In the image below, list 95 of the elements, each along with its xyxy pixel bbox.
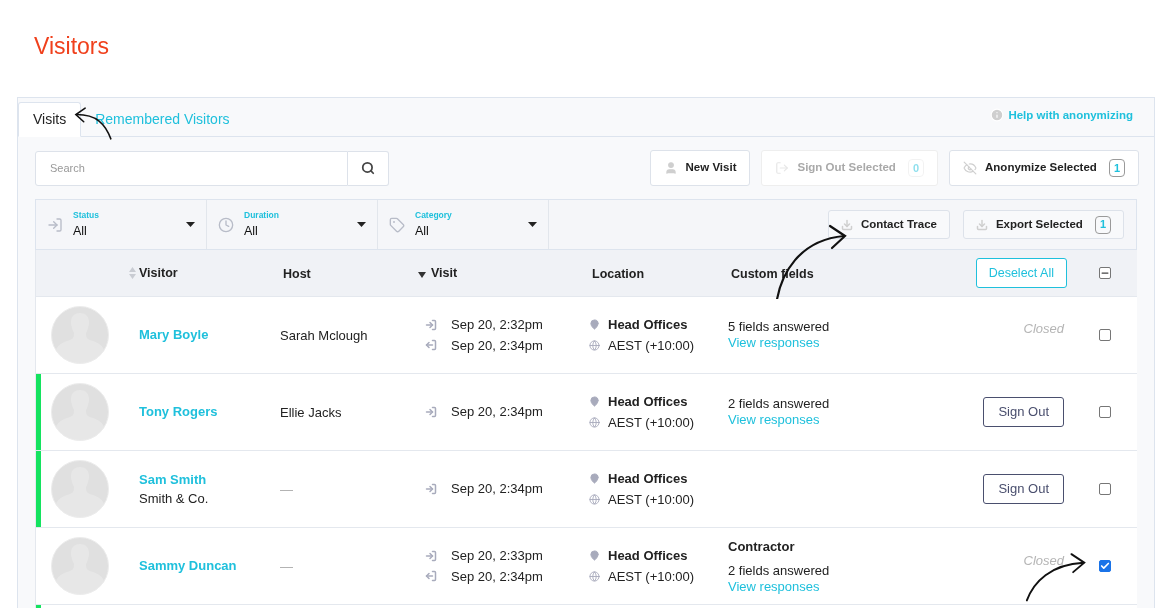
sign-in-icon xyxy=(425,483,437,495)
help-link[interactable]: Help with anonymizing xyxy=(990,106,1133,124)
select-all-checkbox[interactable] xyxy=(1098,267,1111,279)
info-icon xyxy=(990,108,1005,123)
download-icon xyxy=(840,218,853,231)
count-badge: 1 xyxy=(1108,159,1125,177)
closed-status-text: Closed xyxy=(1023,320,1064,339)
row-checkbox[interactable] xyxy=(1098,406,1111,418)
column-header: Visit xyxy=(431,264,458,282)
avatar-silhouette xyxy=(51,383,109,441)
globe-icon xyxy=(589,416,600,428)
filter-action-button[interactable]: Contact Trace xyxy=(827,210,950,239)
caret-icon xyxy=(357,222,366,227)
sort-icon xyxy=(129,267,136,279)
company-text: Smith & Co. xyxy=(139,490,210,508)
visit-time-text: Sep 20, 2:33pm xyxy=(451,547,543,565)
host-text: — xyxy=(280,482,293,497)
row-checkbox[interactable] xyxy=(1098,329,1111,341)
avatar-silhouette xyxy=(51,306,109,364)
sign-out-button[interactable]: Sign Out xyxy=(983,474,1064,504)
caret-icon xyxy=(186,222,195,227)
search-button[interactable] xyxy=(348,150,389,186)
globe-icon xyxy=(589,339,600,351)
closed-status-text: Closed xyxy=(1023,552,1064,571)
sign-in-icon xyxy=(47,216,63,233)
page-title: Visitors xyxy=(34,32,109,61)
visit-time-text: Sep 20, 2:32pm xyxy=(451,316,543,334)
host-text: — xyxy=(280,559,293,574)
visit-time-text: Sep 20, 2:34pm xyxy=(451,336,543,355)
category-text: Contractor xyxy=(728,538,796,557)
column-header: Host xyxy=(283,267,311,281)
filter-dropdown[interactable]: Status All xyxy=(36,200,207,249)
row-checkbox[interactable] xyxy=(1098,483,1111,495)
filter-action-button[interactable]: Export Selected 1 xyxy=(962,210,1124,239)
user-icon xyxy=(663,161,678,175)
search-field[interactable]: Search xyxy=(35,150,348,186)
filter-dropdown[interactable]: Category All xyxy=(378,200,549,249)
eye-off-icon xyxy=(963,161,978,175)
visitor-name-link[interactable]: Sammy Duncan xyxy=(139,556,276,576)
sort-descending-icon xyxy=(418,271,426,278)
globe-icon xyxy=(589,570,600,582)
map-pin-icon xyxy=(589,473,600,485)
map-pin-icon xyxy=(589,550,600,562)
clock-icon xyxy=(218,216,234,233)
visit-time-text: Sep 20, 2:34pm xyxy=(451,403,543,422)
row-checkbox[interactable] xyxy=(1098,560,1111,572)
toolbar-button[interactable]: Anonymize Selected 1 xyxy=(949,150,1139,186)
exit-icon xyxy=(775,161,790,175)
count-badge: 0 xyxy=(907,159,925,177)
view-responses-link[interactable]: View responses xyxy=(728,412,946,428)
avatar-silhouette xyxy=(51,537,109,595)
sign-out-button[interactable]: Sign Out xyxy=(983,397,1064,427)
tab[interactable]: Visits xyxy=(18,102,82,137)
download-icon xyxy=(975,218,988,231)
view-responses-link[interactable]: View responses xyxy=(728,578,946,595)
view-responses-link[interactable]: View responses xyxy=(728,335,946,351)
column-header: Location xyxy=(592,267,645,281)
sign-out-icon xyxy=(425,339,437,352)
fields-answered-text: 5 fields answered xyxy=(728,319,831,335)
filter-dropdown[interactable]: Duration All xyxy=(207,200,378,249)
visitor-name-link[interactable]: Mary Boyle xyxy=(139,325,276,345)
visit-time-text: Sep 20, 2:34pm xyxy=(451,567,543,586)
tag-icon xyxy=(389,216,405,233)
deselect-all-button[interactable]: Deselect All xyxy=(975,258,1067,288)
visit-time-text: Sep 20, 2:34pm xyxy=(451,480,543,499)
caret-icon xyxy=(528,222,537,227)
sign-in-icon xyxy=(425,406,437,418)
fields-answered-text: 2 fields answered xyxy=(728,562,831,579)
location-text: Head Offices xyxy=(608,393,688,411)
avatar-silhouette xyxy=(51,460,109,518)
tab[interactable]: Remembered Visitors xyxy=(81,102,244,137)
timezone-text: AEST (+10:00) xyxy=(608,336,695,355)
toolbar-button[interactable]: New Visit xyxy=(649,150,751,186)
location-text: Head Offices xyxy=(608,547,688,565)
timezone-text: AEST (+10:00) xyxy=(608,567,695,586)
search-icon xyxy=(361,161,375,175)
location-text: Head Offices xyxy=(608,316,688,334)
column-header: Visitor xyxy=(139,264,178,282)
count-badge: 1 xyxy=(1094,215,1111,234)
host-text: Ellie Jacks xyxy=(280,405,342,420)
sign-in-icon xyxy=(425,549,437,562)
check-icon xyxy=(1099,561,1110,571)
sign-in-icon xyxy=(425,318,437,331)
sign-out-icon xyxy=(425,570,437,583)
map-pin-icon xyxy=(589,319,600,331)
timezone-text: AEST (+10:00) xyxy=(608,413,695,432)
location-text: Head Offices xyxy=(608,470,688,488)
map-pin-icon xyxy=(589,396,600,408)
host-text: Sarah Mclough xyxy=(280,328,368,343)
globe-icon xyxy=(589,493,600,505)
visitor-name-link[interactable]: Sam Smith xyxy=(139,469,276,489)
fields-answered-text: 2 fields answered xyxy=(728,396,831,412)
annotation-arrow xyxy=(1025,553,1086,602)
visitor-name-link[interactable]: Tony Rogers xyxy=(139,402,276,422)
timezone-text: AEST (+10:00) xyxy=(608,490,695,509)
